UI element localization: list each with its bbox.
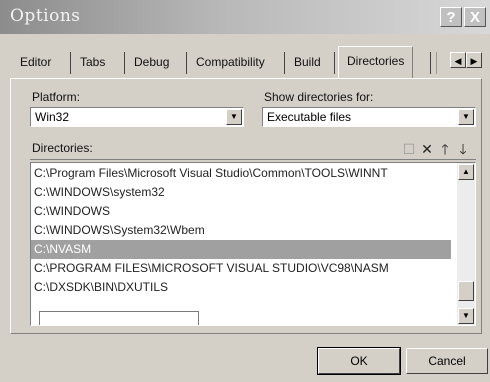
tab-separator xyxy=(186,52,187,74)
directories-header: Directories: ☐ ✕ 🡑 🡓 xyxy=(30,139,476,160)
tab-scroll-left-button[interactable]: ◀ xyxy=(450,52,466,68)
show-directories-value: Executable files xyxy=(267,110,352,124)
list-item[interactable]: C:\WINDOWS\system32 xyxy=(31,183,451,202)
close-button[interactable]: X xyxy=(464,7,486,27)
scroll-thumb[interactable] xyxy=(458,281,474,301)
platform-select[interactable]: Win32 ▼ xyxy=(30,107,244,127)
tab-separator xyxy=(436,52,437,74)
tab-build[interactable]: Build xyxy=(294,50,321,74)
tab-separator xyxy=(430,52,431,74)
tab-strip: Editor Tabs Debug Compatibility Build Di… xyxy=(12,46,482,78)
list-item[interactable]: C:\WINDOWS\System32\Wbem xyxy=(31,221,451,240)
tab-scroll-buttons: ◀ ▶ xyxy=(450,52,484,70)
cancel-button[interactable]: Cancel xyxy=(406,348,488,374)
directories-list[interactable]: C:\Program Files\Microsoft Visual Studio… xyxy=(30,162,476,326)
chevron-down-icon[interactable]: ▼ xyxy=(458,109,474,125)
new-folder-icon[interactable]: ☐ xyxy=(400,141,418,158)
directories-label: Directories: xyxy=(32,141,93,155)
tab-debug[interactable]: Debug xyxy=(134,50,169,74)
tab-separator xyxy=(70,52,71,74)
move-down-icon[interactable]: 🡓 xyxy=(454,139,472,163)
tab-compatibility[interactable]: Compatibility xyxy=(196,50,265,74)
tab-separator xyxy=(334,52,335,74)
list-item[interactable]: C:\DXSDK\BIN\DXUTILS xyxy=(31,278,451,297)
title-bar: Options ? X xyxy=(0,0,490,34)
platform-value: Win32 xyxy=(35,110,70,124)
show-directories-select[interactable]: Executable files ▼ xyxy=(262,107,476,127)
tab-editor[interactable]: Editor xyxy=(20,50,51,74)
tab-separator xyxy=(284,52,285,74)
help-button[interactable]: ? xyxy=(440,7,462,27)
tab-directories[interactable]: Directories xyxy=(338,46,414,78)
window-title: Options xyxy=(10,6,81,26)
tab-tabs[interactable]: Tabs xyxy=(80,50,105,74)
show-directories-label: Show directories for: xyxy=(264,90,374,104)
tab-separator xyxy=(124,52,125,74)
platform-label: Platform: xyxy=(32,90,81,104)
new-directory-input[interactable] xyxy=(39,311,199,325)
scroll-up-button[interactable]: ▲ xyxy=(458,164,474,180)
list-item-selected[interactable]: C:\NVASM xyxy=(31,240,451,259)
chevron-down-icon[interactable]: ▼ xyxy=(226,109,242,125)
move-up-icon[interactable]: 🡑 xyxy=(436,139,454,163)
delete-icon[interactable]: ✕ xyxy=(418,141,436,158)
scroll-down-button[interactable]: ▼ xyxy=(458,308,474,324)
directories-toolbar: ☐ ✕ 🡑 🡓 xyxy=(400,139,472,159)
list-scrollbar[interactable]: ▲ ▼ xyxy=(457,163,475,325)
ok-button[interactable]: OK xyxy=(317,347,401,375)
list-item[interactable]: C:\PROGRAM FILES\MICROSOFT VISUAL STUDIO… xyxy=(31,259,451,278)
list-item[interactable]: C:\Program Files\Microsoft Visual Studio… xyxy=(31,164,451,183)
list-item[interactable]: C:\WINDOWS xyxy=(31,202,451,221)
tab-scroll-right-button[interactable]: ▶ xyxy=(466,52,482,68)
